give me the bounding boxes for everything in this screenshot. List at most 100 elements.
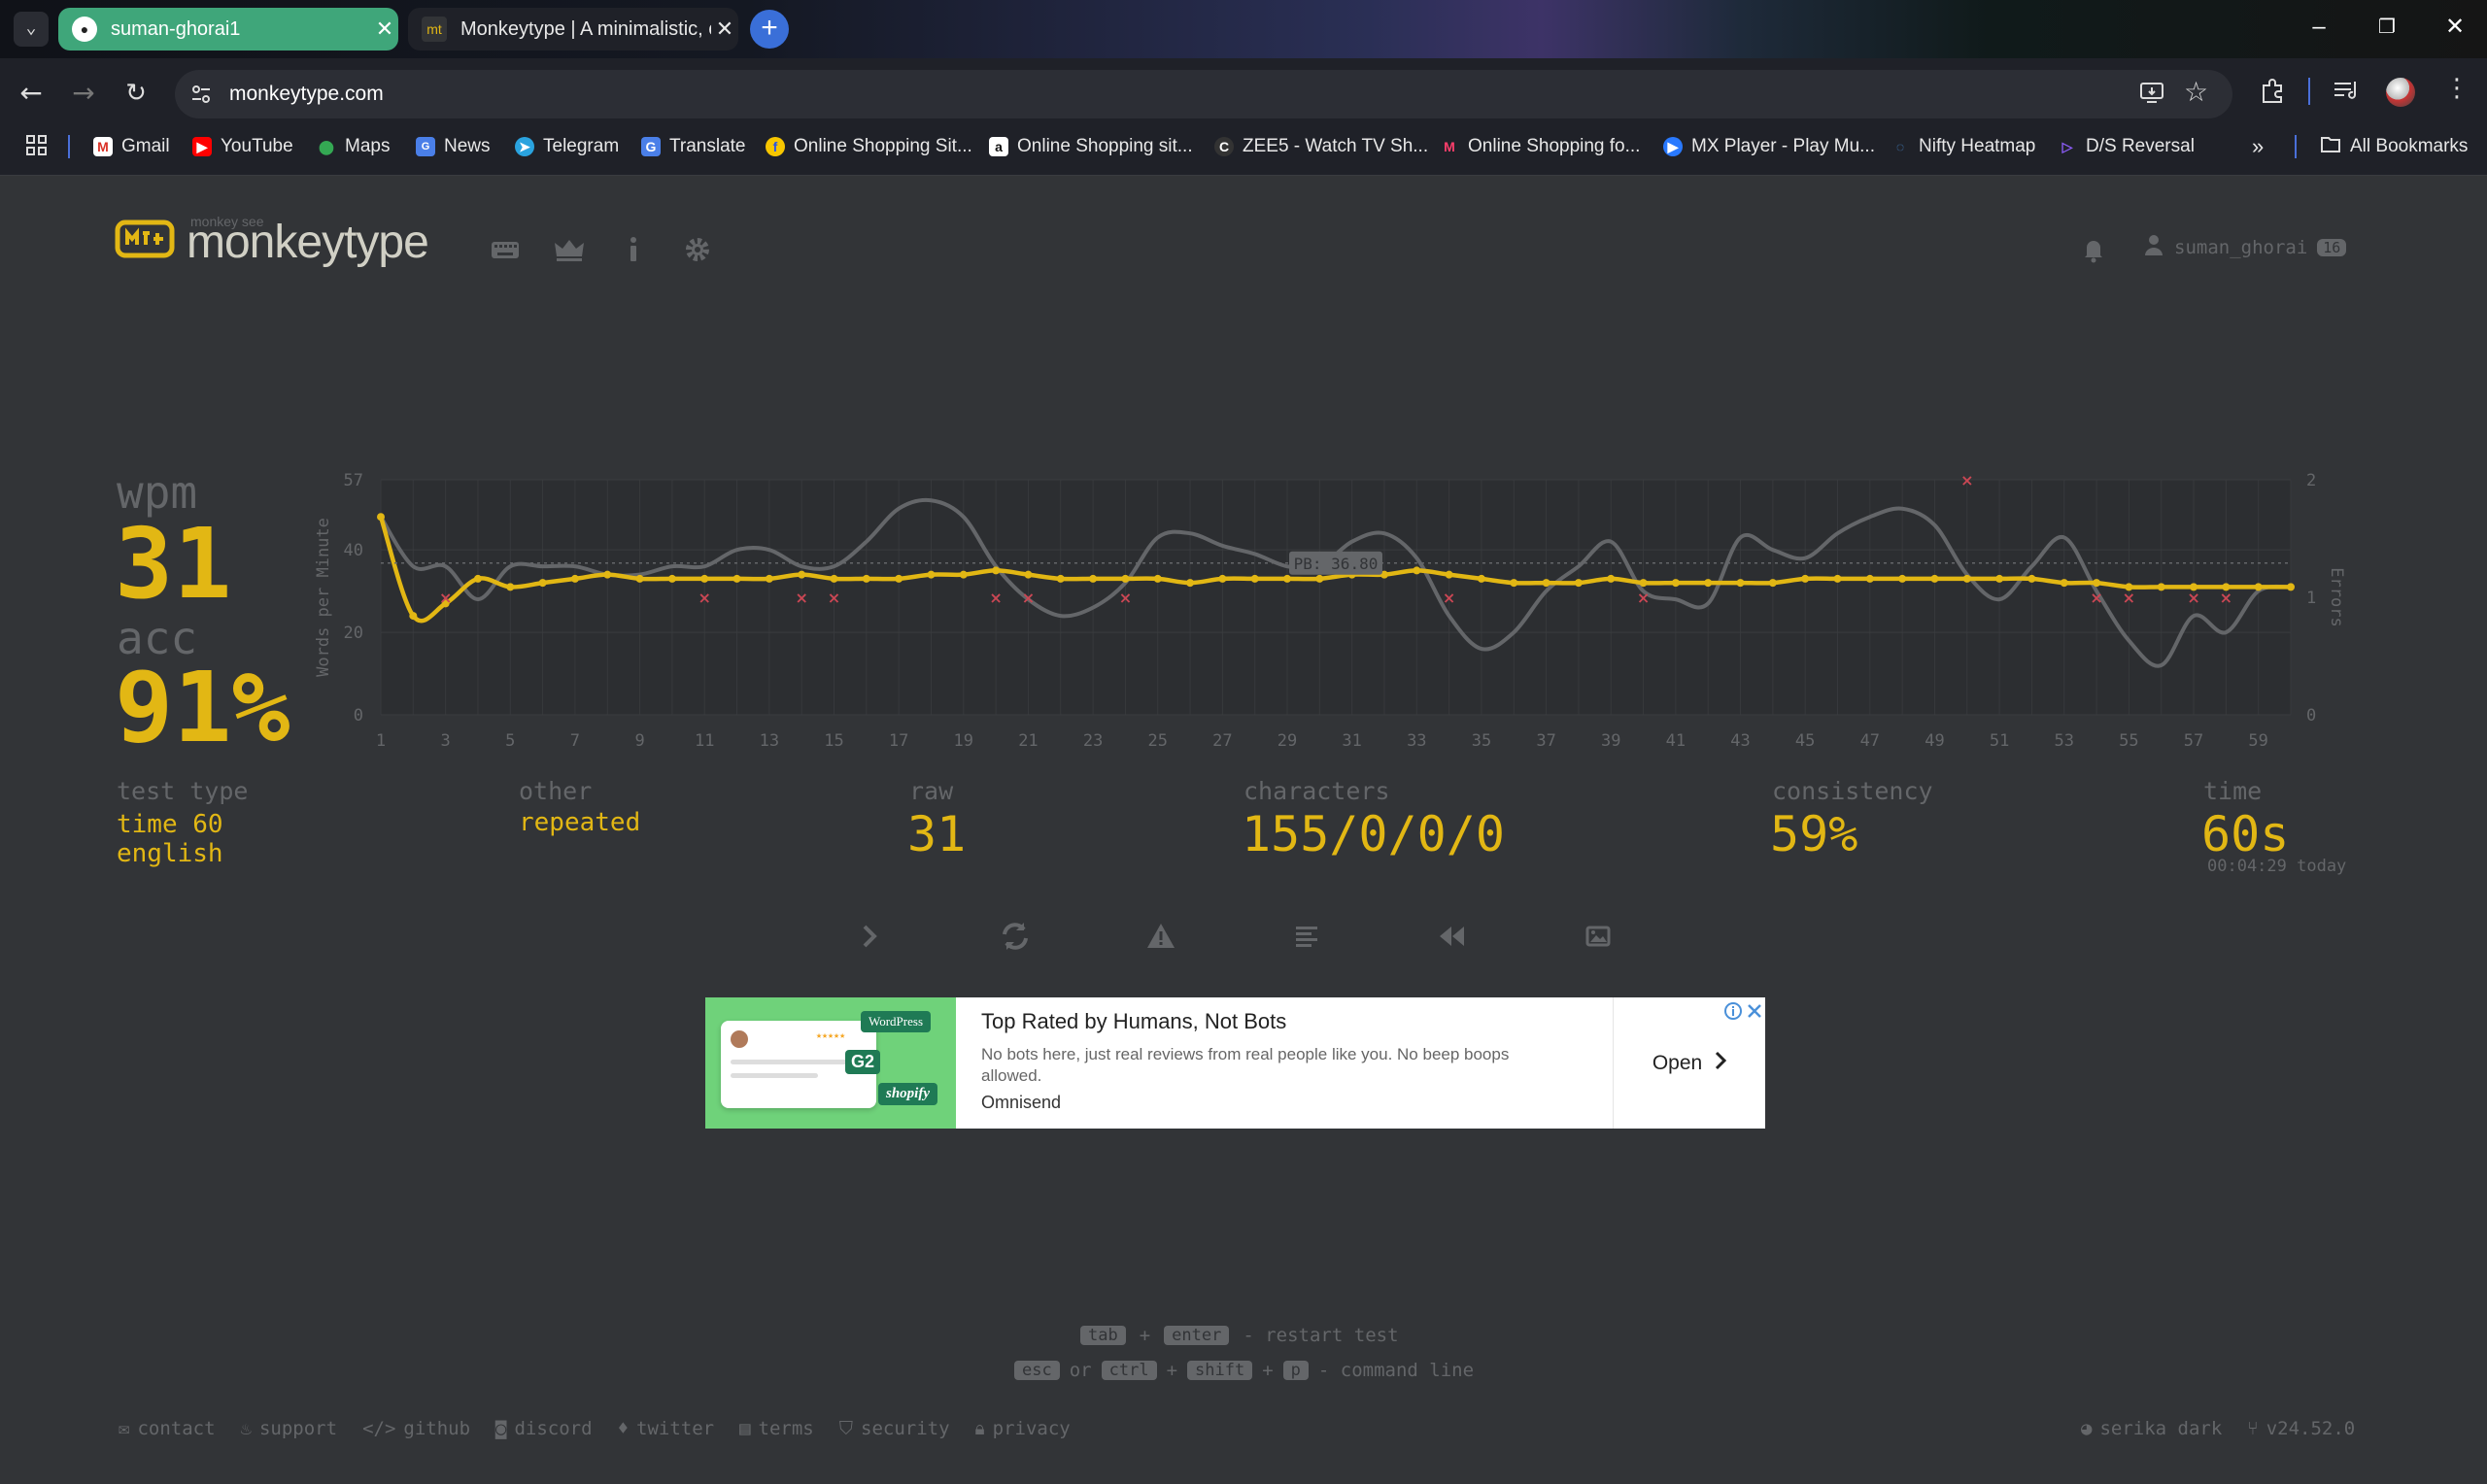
address-bar[interactable]	[175, 70, 2232, 118]
folder-icon	[2320, 134, 2341, 159]
bookmark-youtube[interactable]: ▶ YouTube	[192, 130, 293, 163]
gear-icon[interactable]	[678, 235, 717, 274]
bookmark-star-icon[interactable]: ☆	[2184, 76, 2208, 108]
characters-value[interactable]: 155/0/0/0	[1242, 806, 1505, 862]
wpm-point	[1218, 574, 1227, 583]
close-tab-icon[interactable]: ✕	[371, 17, 398, 42]
minimize-button[interactable]: –	[2285, 0, 2353, 56]
back-button[interactable]: ←	[12, 74, 51, 113]
browser-tab-github[interactable]: ● suman-ghorai1 ✕	[58, 8, 398, 51]
wpm-chart[interactable]: 5740200 210 1 3 5 7 9 11 13 15 17 19 21 23 25 27 29 31 3…	[311, 462, 2370, 754]
bookmark-flipkart[interactable]: f Online Shopping Sit...	[766, 130, 972, 163]
bookmark-label: Maps	[345, 136, 391, 156]
bookmark-telegram[interactable]: ➤ Telegram	[515, 130, 619, 163]
tab-search-button[interactable]: ⌄	[14, 12, 49, 47]
more-bookmarks-button[interactable]: »	[2252, 130, 2264, 163]
wpm-point	[1574, 579, 1583, 588]
bookmark-zee5[interactable]: C ZEE5 - Watch TV Sh...	[1214, 130, 1428, 163]
ad-open-button[interactable]: Open	[1613, 997, 1766, 1129]
footer-security[interactable]: ⛉ security	[839, 1418, 950, 1439]
x-tick-label: 17	[889, 731, 908, 751]
bookmark-news[interactable]: G News	[416, 130, 491, 163]
wpm-point	[1995, 574, 2004, 583]
footer-twitter[interactable]: ♦ twitter	[618, 1418, 715, 1439]
bookmark-myntra[interactable]: M Online Shopping fo...	[1440, 130, 1640, 163]
bookmark-translate[interactable]: G Translate	[641, 130, 746, 163]
x-tick-label: 49	[1925, 731, 1944, 751]
version-button[interactable]: ⑂ v24.52.0	[2247, 1418, 2355, 1439]
footer-contact[interactable]: ✉ contact	[119, 1418, 216, 1439]
close-tab-icon[interactable]: ✕	[711, 17, 738, 42]
wpm-point	[1865, 574, 1874, 583]
bell-icon[interactable]	[2079, 235, 2108, 264]
wpm-point	[927, 570, 936, 579]
bookmark-ds-reversal[interactable]: ▷ D/S Reversal	[2058, 130, 2195, 163]
media-control-icon[interactable]	[2332, 76, 2363, 105]
plus-icon: +	[761, 12, 778, 44]
wpm-point	[1510, 579, 1518, 588]
restore-button[interactable]: ❐	[2353, 0, 2421, 56]
browser-tab-monkeytype[interactable]: mt Monkeytype | A minimalistic, cu ✕	[408, 8, 738, 51]
wpm-point	[1542, 579, 1550, 588]
all-bookmarks-button[interactable]: All Bookmarks	[2320, 130, 2468, 163]
restart-hint: tab + enter - restart test	[1080, 1325, 1399, 1346]
advertisement-banner[interactable]: ★★★★★ WordPress G2 shopify Top Rated by …	[705, 997, 1765, 1129]
time-detail: 00:04:29 today	[2207, 857, 2347, 876]
site-info-icon[interactable]	[188, 82, 214, 107]
close-window-button[interactable]: ✕	[2421, 0, 2487, 56]
extensions-icon[interactable]	[2258, 76, 2287, 105]
y-axis-label: Words per Minute	[314, 518, 333, 677]
crown-icon[interactable]	[550, 235, 589, 274]
bookmark-mxplayer[interactable]: ▶ MX Player - Play Mu...	[1663, 130, 1875, 163]
monkeytype-logo-icon[interactable]	[115, 219, 175, 262]
watch-replay-button[interactable]	[1428, 917, 1477, 956]
profile-avatar[interactable]	[2386, 78, 2415, 107]
new-tab-button[interactable]: +	[750, 10, 789, 49]
footer-github[interactable]: </> github	[362, 1418, 470, 1439]
bookmark-gmail[interactable]: M Gmail	[93, 130, 170, 163]
kebab-menu-icon[interactable]: ⋮	[2444, 74, 2470, 103]
footer-discord[interactable]: ◙ discord	[495, 1418, 593, 1439]
apps-grid-icon[interactable]	[25, 134, 49, 157]
error-marker: ×	[2187, 589, 2199, 607]
footer-terms[interactable]: ▤ terms	[739, 1418, 814, 1439]
error-marker: ×	[828, 589, 840, 607]
ad-title[interactable]: Top Rated by Humans, Not Bots	[981, 1009, 1286, 1034]
bookmark-label: Online Shopping Sit...	[794, 136, 972, 156]
footer-privacy[interactable]: 🔒︎ privacy	[975, 1418, 1071, 1439]
reload-button[interactable]: ↻	[117, 74, 155, 113]
ad-close-icon[interactable]	[1745, 1001, 1764, 1021]
consistency-value[interactable]: 59%	[1770, 806, 1857, 862]
next-test-button[interactable]	[845, 917, 894, 956]
footer-support[interactable]: ♨ support	[241, 1418, 338, 1439]
bookmark-amazon[interactable]: a Online Shopping sit...	[989, 130, 1193, 163]
time-value[interactable]: 60s	[2201, 806, 2289, 862]
logo-text[interactable]: monkeytype	[187, 216, 429, 269]
key-esc: esc	[1014, 1361, 1060, 1380]
ad-text-line	[731, 1060, 857, 1064]
install-app-icon[interactable]	[2137, 78, 2166, 107]
wpm-value[interactable]: 31	[115, 507, 231, 621]
acc-value[interactable]: 91%	[115, 651, 290, 764]
save-screenshot-button[interactable]	[1574, 917, 1622, 956]
footer-link-label: github	[403, 1418, 471, 1439]
error-marker: ×	[698, 589, 711, 607]
account-button[interactable]: suman_ghorai 16	[2143, 233, 2347, 261]
bookmark-maps[interactable]: ⬤ Maps	[317, 130, 390, 163]
words-history-button[interactable]	[1282, 917, 1331, 956]
theme-button[interactable]: ◕ serika dark	[2081, 1418, 2222, 1439]
raw-value[interactable]: 31	[907, 806, 966, 862]
practice-words-button[interactable]	[1137, 917, 1185, 956]
restart-text: - restart test	[1243, 1325, 1399, 1346]
url-text[interactable]: monkeytype.com	[229, 78, 384, 111]
keyboard-icon[interactable]	[486, 235, 525, 274]
info-icon[interactable]	[614, 235, 653, 274]
x-tick-label: 47	[1860, 731, 1880, 751]
repeat-test-button[interactable]	[991, 917, 1039, 956]
ad-image[interactable]: ★★★★★ WordPress G2 shopify	[705, 997, 956, 1129]
wpm-point	[862, 574, 870, 583]
wpm-point	[1833, 574, 1842, 583]
forward-button[interactable]: →	[64, 74, 103, 113]
bookmark-nifty-heatmap[interactable]: ◌ Nifty Heatmap	[1891, 130, 2036, 163]
ad-info-icon[interactable]	[1723, 1001, 1743, 1021]
